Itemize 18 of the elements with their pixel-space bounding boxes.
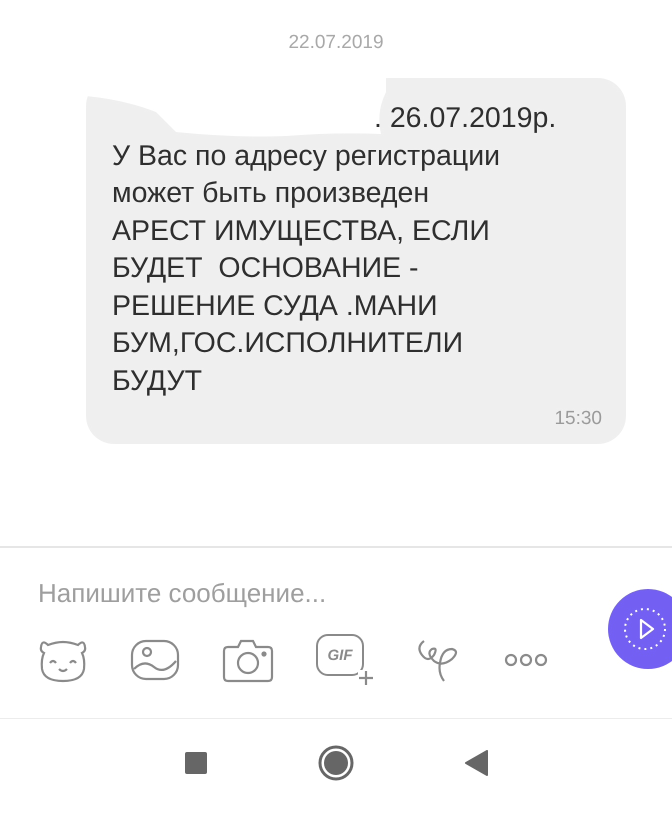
message-text: У Вас по адресу регистрации <box>112 138 502 174</box>
message-text: БУДУТ <box>112 364 204 398</box>
message-text: . 26.07.2019р. <box>373 101 558 136</box>
message-text: БУМ,ГОС.ИСПОЛНИТЕЛИ <box>112 326 464 361</box>
gallery-icon[interactable] <box>130 637 180 683</box>
message-text: АРЕСТ ИМУЩЕСТВА, ЕСЛИ <box>112 214 491 248</box>
more-icon[interactable] <box>504 653 548 667</box>
back-icon[interactable] <box>464 750 488 776</box>
message-input[interactable]: Напишите сообщение... <box>38 578 558 609</box>
message-text: может быть произведен <box>112 176 430 211</box>
camera-icon[interactable] <box>222 637 274 683</box>
message-time: 15:30 <box>553 408 603 430</box>
message-text: РЕШЕНИЕ СУДА .МАНИ <box>112 288 439 324</box>
date-header: 22.07.2019 <box>288 32 384 54</box>
video-message-button[interactable] <box>608 589 672 669</box>
recents-icon[interactable] <box>184 750 208 774</box>
message-text: БУДЕТ ОСНОВАНИЕ - <box>112 251 420 286</box>
home-icon[interactable] <box>318 744 354 780</box>
